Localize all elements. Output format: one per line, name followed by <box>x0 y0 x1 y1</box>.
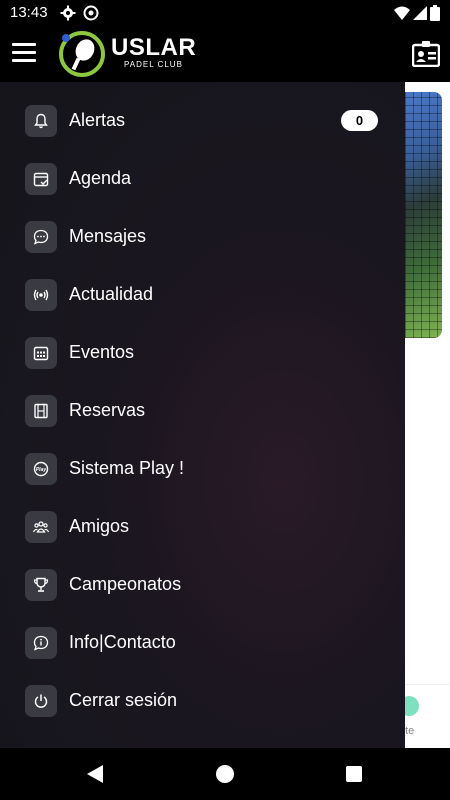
calendar-grid-icon <box>33 346 49 361</box>
film-strip-icon <box>34 403 48 419</box>
background-bottom-nav: nte <box>399 684 450 748</box>
svg-text:Play: Play <box>36 467 47 473</box>
battery-icon <box>430 5 440 21</box>
at-sign-icon <box>83 5 99 21</box>
signal-icon <box>413 6 427 20</box>
drawer-item-info-contacto[interactable]: Info|Contacto <box>0 615 405 673</box>
status-bar: 13:43 <box>0 0 450 26</box>
home-icon[interactable] <box>216 765 234 783</box>
drawer-item-label: Cerrar sesión <box>69 690 178 710</box>
club-logo-icon <box>59 31 105 77</box>
trophy-icon <box>33 577 49 592</box>
drawer-item-amigos[interactable]: Amigos <box>0 499 405 557</box>
bell-icon <box>34 113 48 129</box>
drawer-item-label: Mensajes <box>69 226 147 246</box>
background-page: nte <box>399 82 450 748</box>
drawer-item-label: Campeonatos <box>69 574 182 594</box>
navigation-drawer: Alertas 0 Agenda Mensajes Actualidad Eve… <box>0 82 405 748</box>
broadcast-icon <box>33 289 49 301</box>
wifi-icon <box>394 6 410 20</box>
hamburger-menu-icon[interactable] <box>12 43 36 63</box>
group-icon <box>33 521 49 533</box>
drawer-item-label: Actualidad <box>69 284 154 304</box>
drawer-item-campeonatos[interactable]: Campeonatos <box>0 557 405 615</box>
id-card-icon[interactable] <box>412 41 440 67</box>
play-badge-icon: Play <box>33 461 49 477</box>
drawer-item-label: Agenda <box>69 168 132 188</box>
drawer-item-reservas[interactable]: Reservas <box>0 383 405 441</box>
logo-subtitle: PADEL CLUB <box>124 60 183 69</box>
gear-icon <box>60 5 76 21</box>
drawer-item-mensajes[interactable]: Mensajes <box>0 209 405 267</box>
drawer-item-label: Eventos <box>69 342 135 362</box>
drawer-item-eventos[interactable]: Eventos <box>0 325 405 383</box>
drawer-item-agenda[interactable]: Agenda <box>0 151 405 209</box>
info-chat-icon <box>33 635 49 651</box>
drawer-item-sistema-play[interactable]: Play Sistema Play ! <box>0 441 405 499</box>
court-photo <box>405 92 442 338</box>
drawer-item-alertas[interactable]: Alertas 0 <box>0 93 405 151</box>
logo-title: USLAR <box>111 34 197 61</box>
chat-bubble-icon <box>33 229 49 245</box>
system-nav-bar <box>0 748 450 800</box>
status-time: 13:43 <box>10 4 48 21</box>
drawer-item-label: Reservas <box>69 400 146 420</box>
drawer-item-label: Amigos <box>69 516 130 536</box>
app-header: USLAR PADEL CLUB <box>0 26 450 82</box>
drawer-item-label: Sistema Play ! <box>69 458 185 478</box>
calendar-check-icon <box>33 172 49 187</box>
drawer-item-cerrar-sesion[interactable]: Cerrar sesión <box>0 673 405 731</box>
power-icon <box>34 694 48 708</box>
back-icon[interactable] <box>86 764 104 784</box>
drawer-item-label: Info|Contacto <box>69 632 176 652</box>
recents-icon[interactable] <box>346 766 362 782</box>
alerts-count-badge: 0 <box>341 110 378 131</box>
drawer-item-label: Alertas <box>69 110 126 130</box>
drawer-item-actualidad[interactable]: Actualidad <box>0 267 405 325</box>
